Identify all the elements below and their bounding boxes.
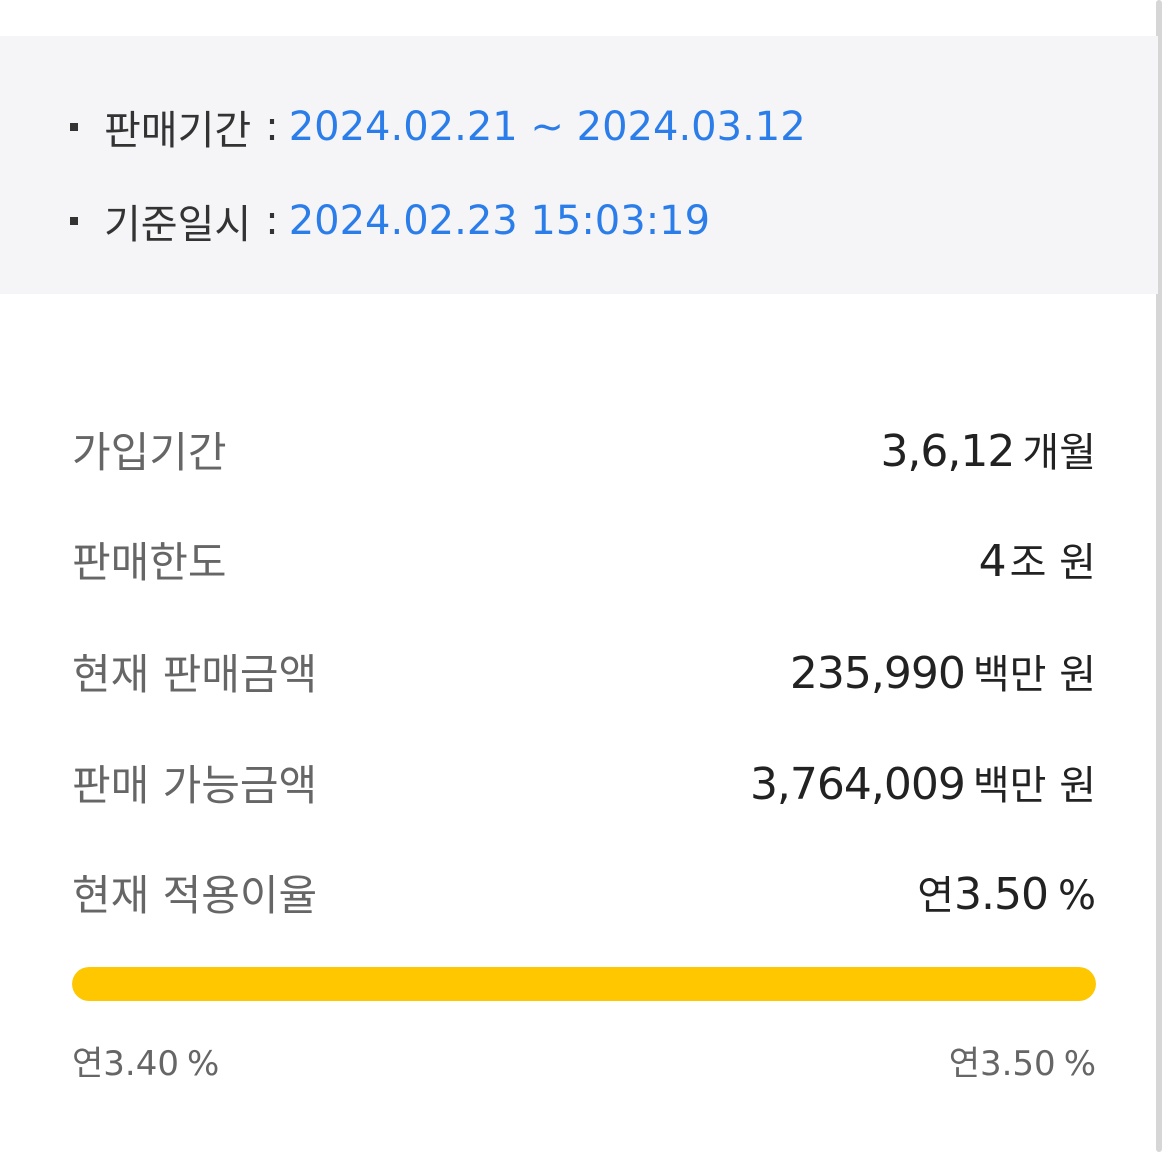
rate-progress-track	[72, 967, 1096, 1001]
sale-period-label: 판매기간	[104, 108, 252, 154]
rate-progress-fill	[72, 967, 1096, 1001]
current-rate-row: 현재 적용이율 연 3.50 %	[72, 862, 1096, 922]
current-rate-value: 3.50	[954, 869, 1049, 920]
current-sales-value: 235,990	[789, 648, 966, 699]
rate-max-unit: %	[1063, 1043, 1096, 1084]
sale-limit-label: 판매한도	[72, 537, 227, 587]
join-period-unit: 개월	[1022, 430, 1096, 476]
current-rate-label: 현재 적용이율	[72, 870, 318, 920]
sale-info-box: 판매기간 : 2024.02.21 ~ 2024.03.12 기준일시 : 20…	[0, 36, 1158, 294]
rate-min-group: 연3.40%	[72, 1036, 219, 1085]
rate-min-value: 3.40	[103, 1043, 179, 1084]
current-sales-value-group: 235,990 백만 원	[790, 642, 1096, 700]
colon: :	[265, 198, 279, 244]
sale-limit-value-group: 4 조 원	[979, 530, 1096, 588]
current-sales-row: 현재 판매금액 235,990 백만 원	[72, 641, 1096, 701]
sale-limit-row: 판매한도 4 조 원	[72, 529, 1096, 589]
available-sales-label: 판매 가능금액	[72, 760, 318, 810]
rate-min-unit: %	[186, 1043, 220, 1084]
available-sales-unit: 백만 원	[972, 763, 1096, 809]
bullet-icon	[70, 217, 78, 225]
available-sales-row: 판매 가능금액 3,764,009 백만 원	[72, 752, 1096, 812]
sale-limit-value: 4	[978, 536, 1007, 587]
sale-limit-unit: 조 원	[1009, 540, 1096, 586]
join-period-label: 가입기간	[72, 427, 227, 477]
base-time-label: 기준일시	[104, 202, 252, 248]
current-rate-unit: %	[1057, 873, 1096, 919]
join-period-value-group: 3,6,12 개월	[880, 420, 1096, 478]
sale-period-row: 판매기간 : 2024.02.21 ~ 2024.03.12	[70, 99, 806, 155]
base-time-value: 2024.02.23 15:03:19	[288, 198, 711, 244]
base-time-row: 기준일시 : 2024.02.23 15:03:19	[70, 193, 710, 249]
bullet-icon	[70, 123, 78, 131]
available-sales-value: 3,764,009	[749, 759, 966, 810]
join-period-row: 가입기간 3,6,12 개월	[72, 419, 1096, 479]
rate-max-group: 연3.50%	[949, 1036, 1096, 1085]
join-period-value: 3,6,12	[880, 426, 1015, 477]
colon: :	[265, 104, 279, 150]
current-sales-label: 현재 판매금액	[72, 649, 318, 699]
current-rate-prefix: 연	[917, 873, 955, 919]
sale-period-value: 2024.02.21 ~ 2024.03.12	[288, 104, 806, 150]
available-sales-value-group: 3,764,009 백만 원	[750, 753, 1096, 811]
current-sales-unit: 백만 원	[972, 652, 1096, 698]
rate-min-prefix: 연	[72, 1043, 104, 1084]
rate-max-value: 3.50	[979, 1043, 1056, 1084]
current-rate-value-group: 연 3.50 %	[917, 863, 1096, 921]
rate-range-row: 연3.40% 연3.50%	[72, 1036, 1096, 1084]
rate-max-prefix: 연	[948, 1043, 980, 1084]
